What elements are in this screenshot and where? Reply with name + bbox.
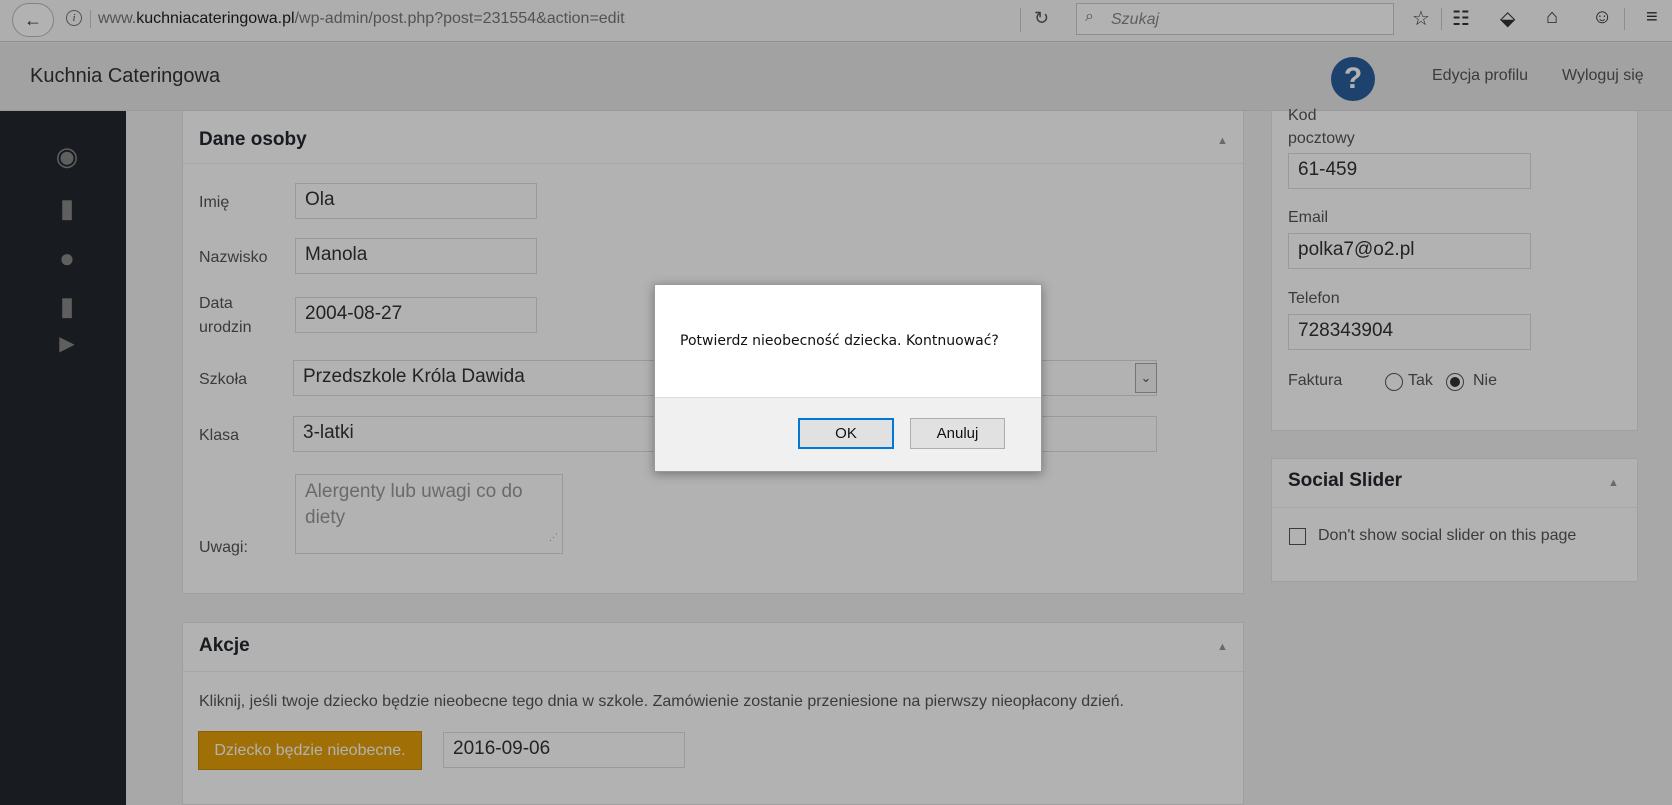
ok-button[interactable]: OK bbox=[798, 418, 894, 449]
cancel-button[interactable]: Anuluj bbox=[910, 418, 1005, 449]
confirm-dialog: Potwierdz nieobecność dziecka. Kontnuowa… bbox=[654, 284, 1042, 472]
dialog-message: Potwierdz nieobecność dziecka. Kontnuowa… bbox=[680, 333, 999, 349]
dialog-footer: OK Anuluj bbox=[655, 397, 1041, 471]
